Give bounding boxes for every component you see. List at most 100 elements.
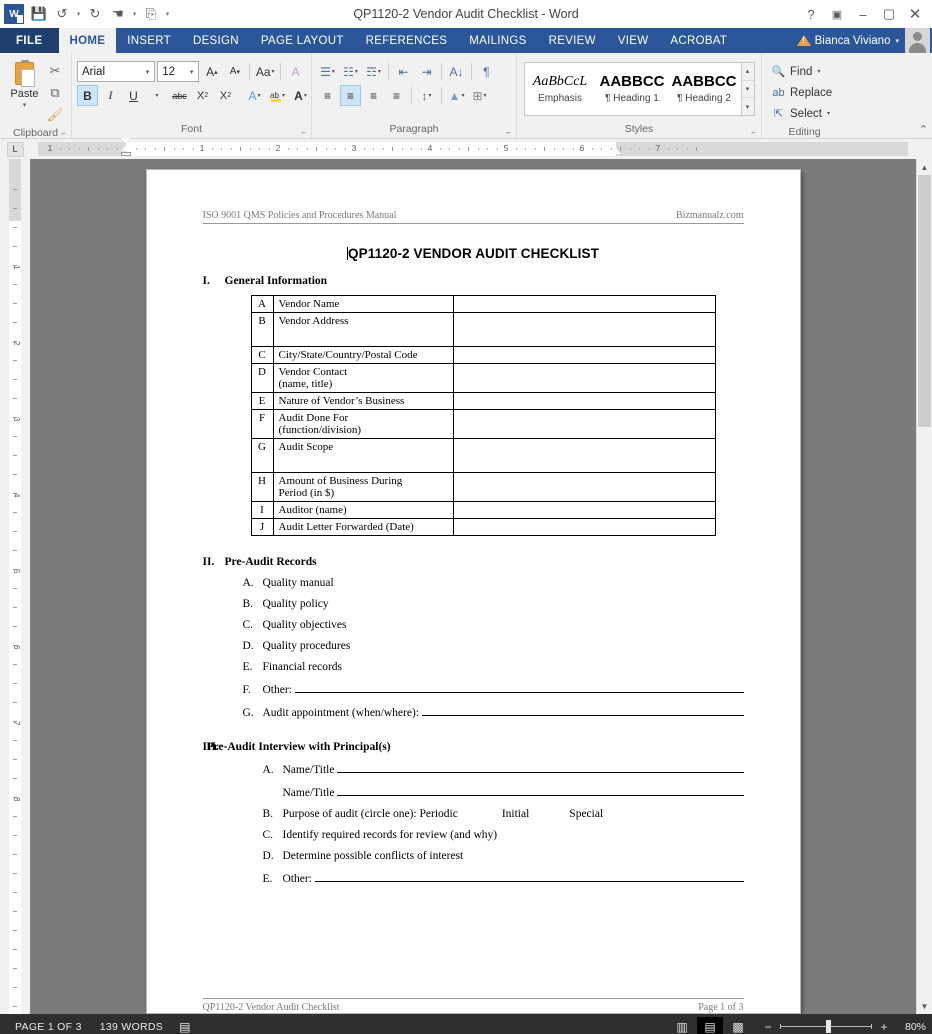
table-cell-value[interactable] [453, 519, 715, 536]
fill-in-line[interactable] [315, 871, 744, 882]
table-cell-value[interactable] [453, 393, 715, 410]
table-row[interactable]: C City/State/Country/Postal Code [251, 347, 715, 364]
tab-selector-button[interactable]: L [0, 139, 30, 159]
document-page[interactable]: ISO 9001 QMS Policies and Procedures Man… [146, 169, 801, 1014]
general-information-table[interactable]: A Vendor Name B Vendor Address C City/St… [251, 295, 716, 536]
font-size-input[interactable]: 12▾ [157, 61, 199, 82]
italic-button[interactable]: I [100, 85, 121, 106]
scroll-track[interactable] [917, 175, 932, 998]
styles-scroll-up-icon[interactable]: ▴ [742, 63, 754, 81]
fill-in-line[interactable] [337, 785, 743, 796]
strikethrough-button[interactable]: abc [169, 85, 190, 106]
bold-button[interactable]: B [77, 85, 98, 106]
undo-dropdown-icon[interactable]: ▾ [74, 10, 83, 18]
customize-qat-icon[interactable]: ▾ [163, 10, 172, 18]
account-area[interactable]: Bianca Viviano ▾ [797, 28, 932, 53]
status-page-indicator[interactable]: PAGE 1 OF 3 [6, 1021, 91, 1033]
table-cell-value[interactable] [453, 439, 715, 473]
fill-in-line[interactable] [337, 762, 743, 773]
tab-references[interactable]: REFERENCES [355, 28, 459, 53]
table-cell-value[interactable] [453, 296, 715, 313]
status-word-count[interactable]: 139 WORDS [91, 1021, 172, 1033]
tab-view[interactable]: VIEW [607, 28, 660, 53]
multilevel-list-icon[interactable]: ☶▾ [363, 61, 384, 82]
styles-dialog-launcher-icon[interactable]: ⌐ [751, 128, 756, 137]
table-row[interactable]: E Nature of Vendor’s Business [251, 393, 715, 410]
shrink-font-button[interactable]: A▾ [224, 61, 245, 82]
horizontal-ruler[interactable]: 11234567 [30, 139, 916, 159]
print-layout-button[interactable]: ▤ [697, 1017, 723, 1034]
style-heading-2[interactable]: AABBCC ¶ Heading 2 [669, 63, 741, 115]
table-cell-value[interactable] [453, 410, 715, 439]
zoom-level-label[interactable]: 80% [892, 1021, 926, 1033]
shading-icon[interactable]: ▲▾ [446, 85, 467, 106]
font-color-icon[interactable]: A ▾ [290, 85, 311, 106]
table-cell-value[interactable] [453, 502, 715, 519]
table-row[interactable]: I Auditor (name) [251, 502, 715, 519]
styles-gallery-scrollbar[interactable]: ▴ ▾ ▾ [741, 63, 754, 115]
table-row[interactable]: J Audit Letter Forwarded (Date) [251, 519, 715, 536]
touch-mode-icon[interactable]: ☚ [107, 3, 129, 25]
align-left-icon[interactable]: ≡ [317, 85, 338, 106]
ribbon-display-options-icon[interactable]: ▣ [824, 2, 850, 26]
undo-icon[interactable]: ↺ [51, 3, 73, 25]
styles-gallery[interactable]: AaBbCcL Emphasis AABBCC ¶ Heading 1 AABB… [524, 62, 755, 116]
document-canvas[interactable]: ISO 9001 QMS Policies and Procedures Man… [30, 159, 916, 1014]
table-row[interactable]: G Audit Scope [251, 439, 715, 473]
replace-button[interactable]: ab Replace [767, 82, 842, 103]
scroll-up-icon[interactable]: ▲ [917, 159, 932, 175]
close-button[interactable]: ✕ [902, 2, 928, 26]
grow-font-button[interactable]: A▴ [201, 61, 222, 82]
clipboard-dialog-launcher-icon[interactable]: ⌐ [61, 129, 66, 138]
vertical-scrollbar[interactable]: ▲ ▼ [916, 159, 932, 1014]
indent-markers[interactable] [121, 138, 131, 160]
ribbon-tab-bar[interactable]: FILE HOME INSERT DESIGN PAGE LAYOUT REFE… [0, 28, 932, 53]
select-dropdown-icon[interactable]: ▾ [827, 110, 830, 117]
fill-in-line[interactable] [295, 682, 744, 693]
maximize-button[interactable]: ▢ [876, 2, 902, 26]
superscript-button[interactable]: X2 [215, 85, 236, 106]
scroll-down-icon[interactable]: ▼ [917, 998, 932, 1014]
numbering-icon[interactable]: ☷▾ [340, 61, 361, 82]
cut-icon[interactable]: ✂ [44, 60, 66, 81]
underline-button[interactable]: U [123, 85, 144, 106]
clear-formatting-icon[interactable]: A [285, 61, 306, 82]
zoom-track[interactable] [780, 1026, 872, 1027]
account-dropdown-icon[interactable]: ▾ [895, 37, 899, 45]
bullets-icon[interactable]: ☰▾ [317, 61, 338, 82]
collapse-ribbon-icon[interactable]: ⌃ [919, 123, 928, 136]
increase-indent-icon[interactable]: ⇥ [416, 61, 437, 82]
fill-in-line[interactable] [422, 705, 744, 716]
line-spacing-icon[interactable]: ↕▾ [416, 85, 437, 106]
table-row[interactable]: D Vendor Contact (name, title) [251, 364, 715, 393]
table-row[interactable]: H Amount of Business During Period (in $… [251, 473, 715, 502]
table-row[interactable]: A Vendor Name [251, 296, 715, 313]
save-icon[interactable]: 💾 [28, 3, 50, 25]
font-name-input[interactable]: Arial▾ [77, 61, 155, 82]
table-cell-value[interactable] [453, 364, 715, 393]
select-button[interactable]: ⇱ Select ▾ [767, 103, 842, 124]
scroll-thumb[interactable] [918, 175, 931, 427]
repeat-icon[interactable]: ⎘ [140, 3, 162, 25]
touch-dropdown-icon[interactable]: ▾ [130, 10, 139, 18]
tab-file[interactable]: FILE [0, 28, 59, 53]
decrease-indent-icon[interactable]: ⇤ [393, 61, 414, 82]
paste-button[interactable]: Paste ▾ [5, 58, 44, 125]
table-row[interactable]: B Vendor Address [251, 313, 715, 347]
window-controls[interactable]: ? ▣ – ▢ ✕ [798, 2, 928, 26]
web-layout-button[interactable]: ▩ [725, 1017, 751, 1034]
borders-icon[interactable]: ⊞▾ [469, 85, 490, 106]
paragraph-dialog-launcher-icon[interactable]: ⌐ [506, 128, 511, 137]
table-row[interactable]: F Audit Done For (function/division) [251, 410, 715, 439]
right-indent-marker[interactable] [611, 148, 621, 158]
minimize-button[interactable]: – [850, 2, 876, 26]
paste-dropdown-icon[interactable]: ▾ [23, 101, 27, 109]
help-icon[interactable]: ? [798, 2, 824, 26]
avatar[interactable] [905, 28, 930, 53]
styles-scroll-down-icon[interactable]: ▾ [742, 81, 754, 99]
justify-icon[interactable]: ≡ [386, 85, 407, 106]
tab-insert[interactable]: INSERT [116, 28, 182, 53]
vertical-ruler[interactable]: 12345678 [0, 159, 30, 1014]
tab-home[interactable]: HOME [59, 28, 117, 53]
tab-page-layout[interactable]: PAGE LAYOUT [250, 28, 355, 53]
